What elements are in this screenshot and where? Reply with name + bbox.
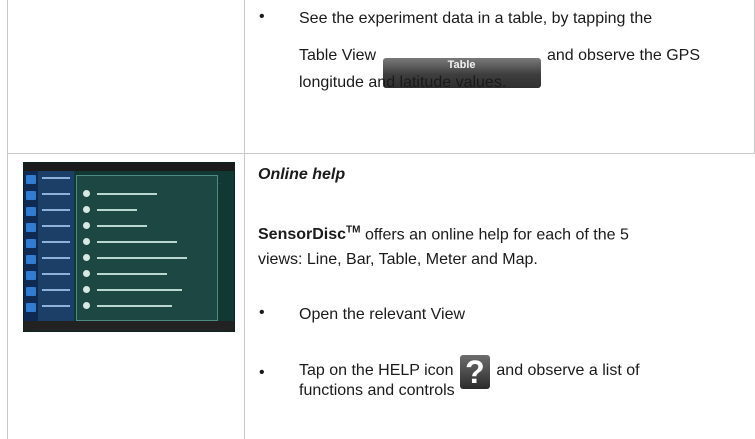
table-left-border (7, 0, 8, 439)
open-view-text: Open the relevant View (299, 306, 466, 323)
tap-help-line-2: functions and controls (299, 382, 455, 399)
online-help-screenshot-thumbnail (23, 162, 235, 332)
table-row-divider (7, 153, 755, 154)
bullet-line-3: longitude and latitude values. (299, 74, 507, 91)
bullet-line-1: See the experiment data in a table, by t… (299, 10, 653, 27)
sensordisc-brand: SensorDiscTM (258, 225, 361, 244)
table-column-divider (244, 0, 245, 439)
observe-list-text: and observe a list of (496, 362, 640, 379)
sensordisc-paragraph-line-2: views: Line, Bar, Table, Meter and Map. (258, 251, 538, 268)
gps-text: and observe the GPS (547, 47, 700, 64)
table-view-text: Table View (299, 47, 377, 64)
online-help-heading: Online help (258, 166, 346, 183)
help-question-icon[interactable]: ? (459, 355, 490, 389)
